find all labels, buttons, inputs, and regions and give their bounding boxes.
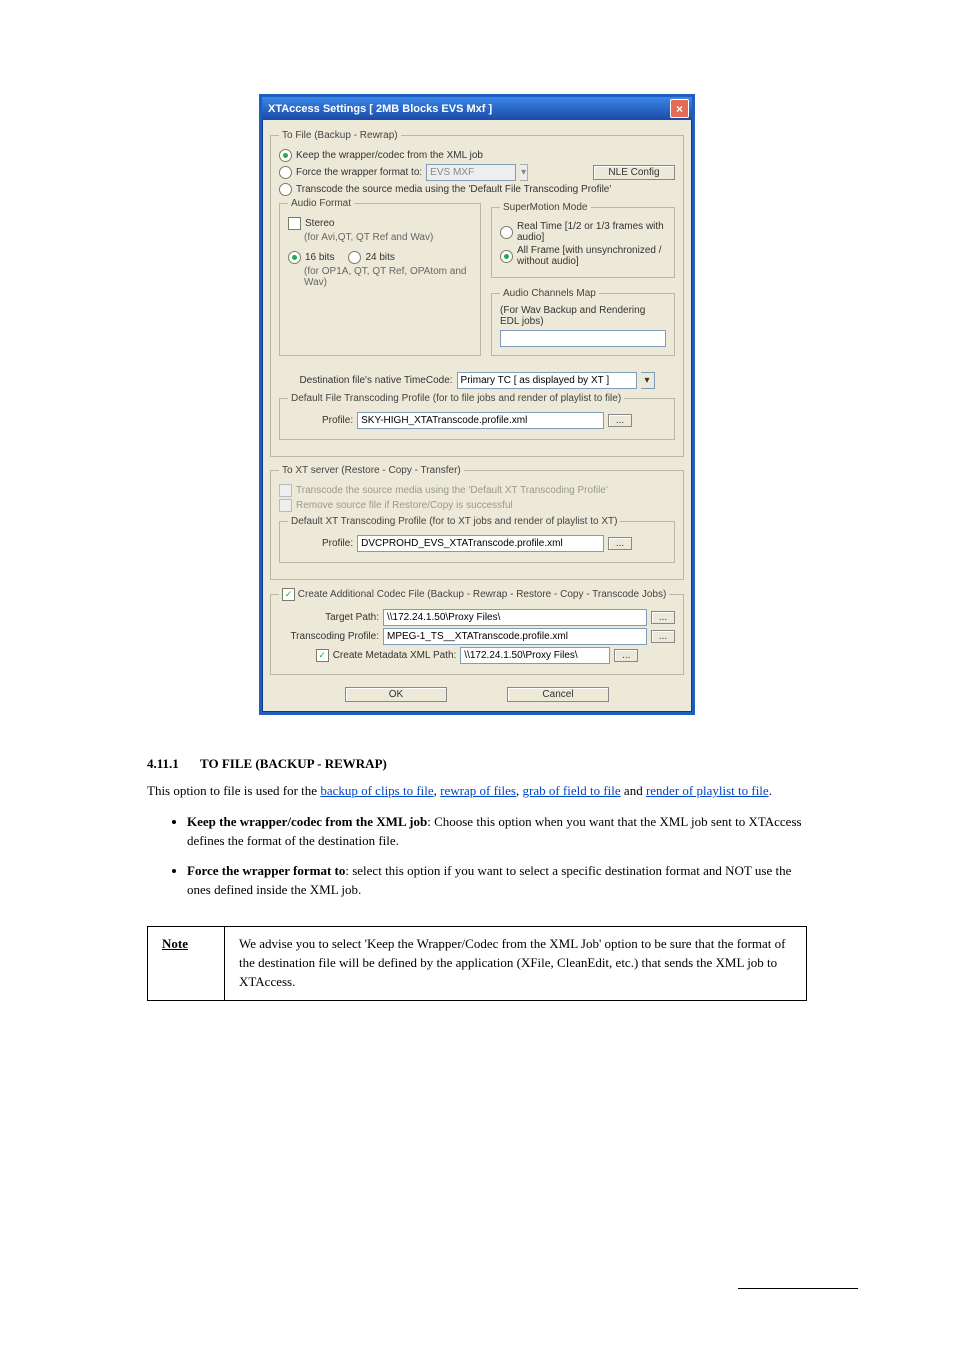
force-wrapper-radio[interactable] bbox=[279, 166, 292, 179]
target-path-label: Target Path: bbox=[279, 612, 379, 623]
dialog-window: XTAccess Settings [ 2MB Blocks EVS Mxf ]… bbox=[259, 94, 695, 715]
to-xt-legend: To XT server (Restore - Copy - Transfer) bbox=[279, 465, 464, 476]
browse-button[interactable]: ... bbox=[614, 649, 638, 662]
file-profile-label: Profile: bbox=[322, 415, 353, 426]
dest-tc-label: Destination file's native TimeCode: bbox=[299, 375, 452, 386]
audio-format-group: Audio Format Stereo (for Avi,QT, QT Ref … bbox=[279, 198, 481, 356]
bits24-radio[interactable] bbox=[348, 251, 361, 264]
default-xt-profile-legend: Default XT Transcoding Profile (for to X… bbox=[288, 516, 620, 527]
audio-format-legend: Audio Format bbox=[288, 198, 354, 209]
realtime-radio[interactable] bbox=[500, 226, 513, 239]
supermotion-legend: SuperMotion Mode bbox=[500, 202, 591, 213]
metadata-path-input[interactable] bbox=[460, 647, 610, 664]
transcoding-profile-label: Transcoding Profile: bbox=[279, 631, 379, 642]
create-additional-checkbox[interactable] bbox=[282, 588, 295, 601]
stereo-label: Stereo bbox=[305, 218, 334, 229]
audio-channels-map-input[interactable] bbox=[500, 330, 666, 347]
supermotion-group: SuperMotion Mode Real Time [1/2 or 1/3 f… bbox=[491, 202, 675, 278]
force-wrapper-select[interactable] bbox=[426, 164, 516, 181]
link-backup[interactable]: backup of clips to file bbox=[320, 783, 433, 798]
file-profile-input[interactable] bbox=[357, 412, 604, 429]
keep-wrapper-radio[interactable] bbox=[279, 149, 292, 162]
link-render[interactable]: render of playlist to file bbox=[646, 783, 769, 798]
force-wrapper-label: Force the wrapper format to: bbox=[296, 167, 422, 178]
transcode-xt-label: Transcode the source media using the 'De… bbox=[296, 485, 608, 496]
keep-wrapper-label: Keep the wrapper/codec from the XML job bbox=[296, 150, 483, 161]
dest-tc-select[interactable] bbox=[457, 372, 637, 389]
note-box: Note We advise you to select 'Keep the W… bbox=[147, 926, 807, 1001]
note-label: Note bbox=[162, 936, 188, 951]
create-additional-label: Create Additional Codec File (Backup - R… bbox=[298, 589, 667, 600]
browse-button[interactable]: ... bbox=[651, 630, 675, 643]
section-number: 4.11.1 bbox=[147, 755, 197, 774]
realtime-label: Real Time [1/2 or 1/3 frames with audio] bbox=[517, 221, 666, 243]
default-file-profile-group: Default File Transcoding Profile (for to… bbox=[279, 393, 675, 440]
audio-channels-legend: Audio Channels Map bbox=[500, 288, 599, 299]
note-text: We advise you to select 'Keep the Wrappe… bbox=[225, 927, 807, 1001]
chevron-down-icon[interactable]: ▾ bbox=[641, 372, 655, 389]
browse-button[interactable]: ... bbox=[608, 414, 632, 427]
transcode-default-label: Transcode the source media using the 'De… bbox=[296, 184, 611, 195]
footer-rule bbox=[738, 1288, 858, 1289]
section-heading: 4.11.1 TO FILE (BACKUP - REWRAP) bbox=[147, 755, 807, 774]
allframe-label: All Frame [with unsynchronized / without… bbox=[517, 245, 666, 267]
window-title: XTAccess Settings [ 2MB Blocks EVS Mxf ] bbox=[268, 103, 492, 115]
default-xt-profile-group: Default XT Transcoding Profile (for to X… bbox=[279, 516, 675, 563]
to-xt-group: To XT server (Restore - Copy - Transfer)… bbox=[270, 465, 684, 580]
stereo-checkbox[interactable] bbox=[288, 217, 301, 230]
document-body: 4.11.1 TO FILE (BACKUP - REWRAP) This op… bbox=[147, 755, 807, 1001]
link-rewrap[interactable]: rewrap of files bbox=[440, 783, 516, 798]
link-grab[interactable]: grab of field to file bbox=[522, 783, 620, 798]
stereo-sub: (for Avi,QT, QT Ref and Wav) bbox=[304, 232, 472, 243]
section-intro: This option to file is used for the back… bbox=[147, 782, 807, 801]
audio-channels-sub: (For Wav Backup and Rendering EDL jobs) bbox=[500, 305, 666, 327]
target-path-input[interactable] bbox=[383, 609, 647, 626]
chevron-down-icon[interactable]: ▾ bbox=[520, 164, 528, 181]
allframe-radio[interactable] bbox=[500, 250, 513, 263]
to-file-group: To File (Backup - Rewrap) Keep the wrapp… bbox=[270, 130, 684, 457]
browse-button[interactable]: ... bbox=[608, 537, 632, 550]
bits24-label: 24 bits bbox=[365, 252, 394, 263]
ok-button[interactable]: OK bbox=[345, 687, 447, 702]
xt-profile-input[interactable] bbox=[357, 535, 604, 552]
bullet-keep: Keep the wrapper/codec from the XML job:… bbox=[187, 813, 807, 851]
remove-source-label: Remove source file if Restore/Copy is su… bbox=[296, 500, 513, 511]
transcode-xt-checkbox[interactable] bbox=[279, 484, 292, 497]
additional-codec-group: Create Additional Codec File (Backup - R… bbox=[270, 588, 684, 675]
bits16-label: 16 bits bbox=[305, 252, 334, 263]
transcode-default-radio[interactable] bbox=[279, 183, 292, 196]
settings-dialog-screenshot: XTAccess Settings [ 2MB Blocks EVS Mxf ]… bbox=[259, 94, 695, 715]
browse-button[interactable]: ... bbox=[651, 611, 675, 624]
create-metadata-checkbox[interactable] bbox=[316, 649, 329, 662]
remove-source-checkbox[interactable] bbox=[279, 499, 292, 512]
bits-sub: (for OP1A, QT, QT Ref, OPAtom and Wav) bbox=[304, 266, 472, 288]
section-title: TO FILE (BACKUP - REWRAP) bbox=[200, 756, 387, 771]
to-file-legend: To File (Backup - Rewrap) bbox=[279, 130, 401, 141]
cancel-button[interactable]: Cancel bbox=[507, 687, 609, 702]
xt-profile-label: Profile: bbox=[322, 538, 353, 549]
close-icon[interactable]: × bbox=[670, 99, 689, 118]
create-metadata-label: Create Metadata XML Path: bbox=[333, 650, 457, 661]
bits16-radio[interactable] bbox=[288, 251, 301, 264]
default-file-profile-legend: Default File Transcoding Profile (for to… bbox=[288, 393, 624, 404]
titlebar: XTAccess Settings [ 2MB Blocks EVS Mxf ]… bbox=[262, 97, 692, 120]
transcoding-profile-input[interactable] bbox=[383, 628, 647, 645]
nle-config-button[interactable]: NLE Config bbox=[593, 165, 675, 180]
additional-codec-legend: Create Additional Codec File (Backup - R… bbox=[279, 588, 669, 601]
audio-channels-map-group: Audio Channels Map (For Wav Backup and R… bbox=[491, 288, 675, 356]
bullet-force: Force the wrapper format to: select this… bbox=[187, 862, 807, 900]
